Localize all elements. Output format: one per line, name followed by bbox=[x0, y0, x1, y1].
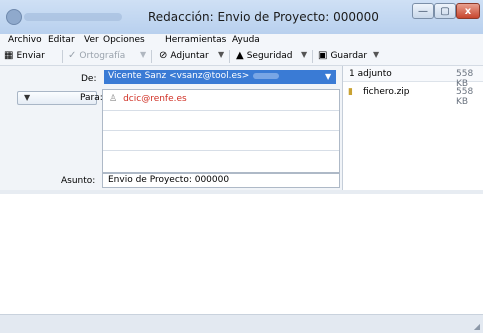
menu-bar: Archivo Editar Ver Opciones Herramientas… bbox=[0, 34, 483, 47]
close-icon: x bbox=[464, 6, 472, 17]
spelling-label: Ortografía bbox=[79, 51, 126, 61]
compose-window: Redacción: Envio de Proyecto: 000000 — ▢… bbox=[0, 0, 483, 333]
maximize-button[interactable]: ▢ bbox=[434, 3, 456, 19]
security-label: Seguridad bbox=[246, 51, 293, 61]
lock-icon: ▲ bbox=[236, 50, 244, 61]
app-icon bbox=[6, 9, 22, 25]
menu-opciones[interactable]: Opciones bbox=[103, 35, 145, 45]
recipient-divider bbox=[103, 150, 339, 151]
recipients-list[interactable]: ♙ dcic@renfe.es bbox=[102, 89, 340, 173]
minimize-icon: — bbox=[418, 6, 428, 17]
toolbar-divider bbox=[229, 50, 230, 63]
title-bar: Redacción: Envio de Proyecto: 000000 — ▢… bbox=[0, 0, 483, 34]
recipient-entry[interactable]: ♙ dcic@renfe.es bbox=[109, 94, 187, 104]
chevron-down-icon: ▼ bbox=[24, 93, 31, 102]
from-label: De: bbox=[81, 74, 97, 84]
toolbar-divider bbox=[62, 50, 63, 63]
toolbar-divider bbox=[151, 50, 152, 63]
attachment-size: 558 KB bbox=[456, 87, 474, 107]
status-bar: ◢ bbox=[0, 314, 483, 333]
recipient-divider bbox=[103, 110, 339, 111]
save-dropdown-arrow[interactable]: ▼ bbox=[373, 50, 379, 59]
spelling-dropdown-arrow[interactable]: ▼ bbox=[140, 50, 146, 59]
recipient-address: dcic@renfe.es bbox=[123, 94, 187, 104]
toolbar: ▦ Enviar ✓ Ortografía ▼ ⊘ Adjuntar ▼ ▲ Segur… bbox=[0, 47, 483, 66]
spelling-button[interactable]: ✓ Ortografía bbox=[68, 50, 125, 61]
menu-archivo[interactable]: Archivo bbox=[8, 35, 42, 45]
blurred-title-prefix bbox=[24, 13, 122, 21]
recipient-type-label: Para: bbox=[80, 93, 103, 103]
send-icon: ▦ bbox=[4, 50, 14, 61]
close-button[interactable]: x bbox=[456, 3, 480, 19]
from-dropdown-arrow[interactable]: ▼ bbox=[325, 72, 331, 81]
attach-label: Adjuntar bbox=[170, 51, 209, 61]
attachments-header[interactable]: 1 adjunto 558 KB bbox=[343, 66, 483, 89]
person-icon: ♙ bbox=[109, 94, 118, 104]
menu-ayuda[interactable]: Ayuda bbox=[232, 35, 260, 45]
menu-editar[interactable]: Editar bbox=[48, 35, 75, 45]
subject-input[interactable]: Envio de Proyecto: 000000 bbox=[102, 173, 340, 188]
subject-label: Asunto: bbox=[61, 176, 96, 186]
floppy-disk-icon: ▣ bbox=[318, 50, 328, 61]
minimize-button[interactable]: — bbox=[412, 3, 434, 19]
attachments-pane: 1 adjunto 558 KB ▮ fichero.zip 558 KB bbox=[342, 66, 483, 190]
security-dropdown-arrow[interactable]: ▼ bbox=[301, 50, 307, 59]
security-button[interactable]: ▲ Seguridad bbox=[236, 50, 293, 61]
blurred-identity-suffix bbox=[253, 72, 280, 79]
save-label: Guardar bbox=[330, 51, 368, 61]
message-body[interactable] bbox=[0, 194, 483, 314]
paperclip-icon: ⊘ bbox=[159, 50, 168, 61]
menu-herramientas[interactable]: Herramientas bbox=[165, 35, 226, 45]
toolbar-divider bbox=[312, 50, 313, 63]
attachment-name: fichero.zip bbox=[363, 87, 410, 97]
zip-file-icon: ▮ bbox=[348, 87, 353, 97]
save-button[interactable]: ▣ Guardar bbox=[318, 50, 367, 61]
recipient-type-select[interactable]: ▼ Para: bbox=[17, 91, 103, 105]
from-select[interactable]: Vicente Sanz <vsanz@tool.es> bbox=[104, 70, 336, 84]
recipient-divider bbox=[103, 130, 339, 131]
resize-grip-icon[interactable]: ◢ bbox=[474, 322, 480, 331]
maximize-icon: ▢ bbox=[440, 6, 450, 17]
attachments-count: 1 adjunto bbox=[349, 69, 392, 79]
subject-value: Envio de Proyecto: 000000 bbox=[108, 175, 230, 185]
window-title: Redacción: Envio de Proyecto: 000000 bbox=[148, 10, 379, 24]
attach-button[interactable]: ⊘ Adjuntar bbox=[159, 50, 209, 61]
attachments-total-size: 558 KB bbox=[456, 69, 474, 89]
send-button[interactable]: ▦ Enviar bbox=[4, 50, 45, 61]
from-value: Vicente Sanz <vsanz@tool.es> bbox=[108, 71, 250, 81]
spellcheck-icon: ✓ bbox=[68, 50, 77, 61]
send-label: Enviar bbox=[16, 51, 45, 61]
attach-dropdown-arrow[interactable]: ▼ bbox=[218, 50, 224, 59]
menu-ver[interactable]: Ver bbox=[84, 35, 99, 45]
